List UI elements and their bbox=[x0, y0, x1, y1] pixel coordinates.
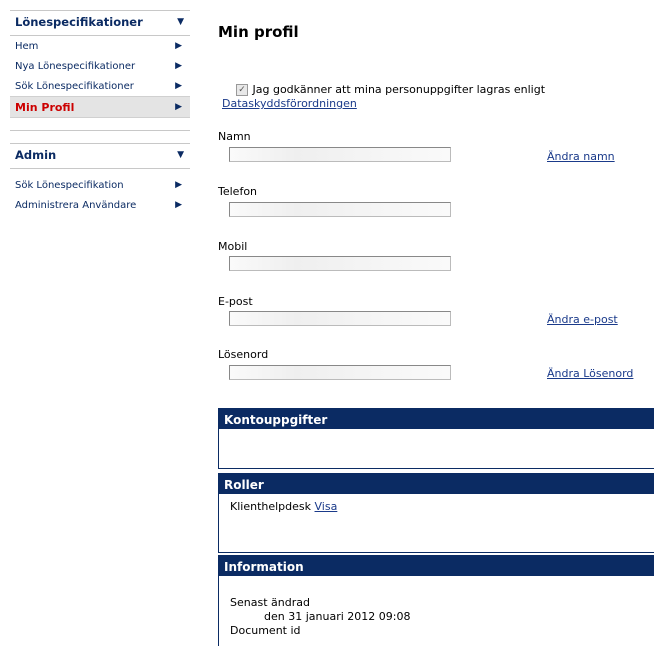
info-panel-body: Senast ändrad den 31 januari 2012 09:08 … bbox=[219, 576, 654, 646]
roles-panel-title: Roller bbox=[219, 473, 654, 494]
sidebar-item-label: Sök Lönespecifikationer bbox=[15, 80, 134, 92]
consent-row: ✓ Jag godkänner att mina personuppgifter… bbox=[236, 83, 545, 96]
account-panel-body bbox=[219, 429, 654, 469]
sidebar-section-title: Admin bbox=[15, 148, 57, 162]
divider bbox=[10, 118, 190, 131]
info-panel: Information Senast ändrad den 31 januari… bbox=[218, 555, 654, 646]
change-name-link[interactable]: Ändra namn bbox=[547, 150, 615, 163]
page-title: Min profil bbox=[218, 23, 299, 41]
roles-panel-body: Klienthelpdesk Visa bbox=[219, 494, 654, 553]
sidebar-item-nya[interactable]: Nya Lönespecifikationer ▶ bbox=[10, 56, 190, 76]
name-field[interactable] bbox=[229, 147, 451, 162]
roles-panel: Roller Klienthelpdesk Visa bbox=[218, 473, 654, 553]
sidebar-item-label: Nya Lönespecifikationer bbox=[15, 60, 136, 72]
document-id-label: Document id bbox=[230, 624, 301, 637]
account-panel: Kontouppgifter bbox=[218, 408, 654, 469]
info-panel-title: Information bbox=[219, 555, 654, 576]
sidebar-item-min-profil[interactable]: Min Profil ▶ bbox=[10, 96, 190, 118]
phone-field[interactable] bbox=[229, 202, 451, 217]
sidebar-item-label: Administrera Användare bbox=[15, 199, 137, 211]
sidebar-item-label: Hem bbox=[15, 40, 39, 52]
chevron-right-icon: ▶ bbox=[175, 180, 182, 190]
sidebar-section-admin[interactable]: Admin ▼ bbox=[10, 143, 190, 169]
chevron-down-icon[interactable]: ▼ bbox=[177, 17, 184, 27]
chevron-right-icon: ▶ bbox=[175, 61, 182, 71]
change-password-link[interactable]: Ändra Lösenord bbox=[547, 367, 633, 380]
sidebar-item-label: Sök Lönespecifikation bbox=[15, 179, 124, 191]
mobile-field[interactable] bbox=[229, 256, 451, 271]
view-role-link[interactable]: Visa bbox=[315, 500, 338, 513]
sidebar-item-label: Min Profil bbox=[15, 100, 75, 114]
chevron-right-icon: ▶ bbox=[175, 81, 182, 91]
sidebar: Lönespecifikationer ▼ Hem ▶ Nya Lönespec… bbox=[10, 10, 190, 215]
sidebar-section-title: Lönespecifikationer bbox=[15, 15, 143, 29]
phone-label: Telefon bbox=[218, 185, 258, 198]
mobile-label: Mobil bbox=[218, 240, 248, 253]
name-label: Namn bbox=[218, 130, 251, 143]
change-email-link[interactable]: Ändra e-post bbox=[547, 313, 618, 326]
chevron-down-icon[interactable]: ▼ bbox=[177, 150, 184, 160]
password-field[interactable] bbox=[229, 365, 451, 380]
consent-checkbox[interactable]: ✓ bbox=[236, 84, 248, 96]
sidebar-item-hem[interactable]: Hem ▶ bbox=[10, 36, 190, 56]
consent-text: Jag godkänner att mina personuppgifter l… bbox=[252, 83, 546, 96]
role-name: Klienthelpdesk bbox=[230, 500, 312, 513]
email-label: E-post bbox=[218, 295, 253, 308]
password-label: Lösenord bbox=[218, 348, 269, 361]
sidebar-item-sok[interactable]: Sök Lönespecifikationer ▶ bbox=[10, 76, 190, 96]
chevron-right-icon: ▶ bbox=[175, 102, 182, 112]
sidebar-item-admin-anvandare[interactable]: Administrera Användare ▶ bbox=[10, 195, 190, 215]
email-field[interactable] bbox=[229, 311, 451, 326]
chevron-right-icon: ▶ bbox=[175, 200, 182, 210]
sidebar-item-sok-lonespec[interactable]: Sök Lönespecifikation ▶ bbox=[10, 175, 190, 195]
sidebar-section-loneSpec[interactable]: Lönespecifikationer ▼ bbox=[10, 10, 190, 36]
account-panel-title: Kontouppgifter bbox=[219, 408, 654, 429]
gdpr-link[interactable]: Dataskyddsförordningen bbox=[222, 97, 357, 110]
chevron-right-icon: ▶ bbox=[175, 41, 182, 51]
last-changed-label: Senast ändrad bbox=[230, 596, 310, 609]
last-changed-value: den 31 januari 2012 09:08 bbox=[264, 610, 411, 623]
